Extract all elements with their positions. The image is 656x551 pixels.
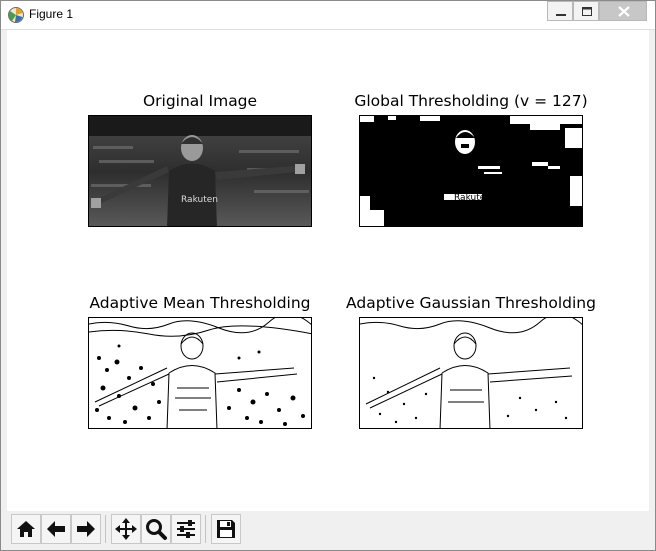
panel-title-global: Global Thresholding (v = 127) <box>354 92 588 110</box>
minimize-button[interactable] <box>547 1 573 21</box>
close-button[interactable] <box>599 1 647 21</box>
title-bar[interactable]: Figure 1 <box>1 1 655 30</box>
back-button[interactable] <box>41 514 71 544</box>
zoom-button[interactable] <box>141 514 171 544</box>
home-icon <box>17 521 35 537</box>
figure-canvas[interactable]: Original Image Rakuten Global Thresholdi… <box>7 30 649 511</box>
forward-button[interactable] <box>71 514 101 544</box>
navigation-toolbar <box>7 511 649 549</box>
close-icon <box>618 6 630 17</box>
minimize-icon <box>556 14 566 16</box>
jersey-text-original: Rakuten <box>181 195 218 205</box>
maximize-button[interactable] <box>573 1 599 21</box>
zoom-icon <box>146 519 167 540</box>
jersey-text-global: Rakuten <box>454 193 491 203</box>
maximize-icon <box>582 7 592 16</box>
forward-arrow-icon <box>77 521 95 537</box>
save-icon <box>217 520 235 538</box>
subplots-configure-icon <box>177 520 195 538</box>
pan-icon <box>115 518 137 540</box>
toolbar-separator <box>105 515 106 543</box>
panel-original-image: Rakuten <box>88 115 312 227</box>
app-icon <box>7 6 25 24</box>
pan-button[interactable] <box>111 514 141 544</box>
panel-adaptive-mean <box>88 317 312 429</box>
window-title: Figure 1 <box>29 7 74 21</box>
panel-adaptive-gaussian <box>359 317 583 429</box>
panel-global-threshold: Rakuten <box>359 115 583 227</box>
panel-title-original: Original Image <box>142 92 258 110</box>
toolbar-separator <box>205 515 206 543</box>
figure-window: Figure 1 Original Image Rakuten Global T… <box>0 0 656 551</box>
home-button[interactable] <box>11 514 41 544</box>
panel-title-adaptive-gaussian: Adaptive Gaussian Thresholding <box>346 294 596 312</box>
panel-title-adaptive-mean: Adaptive Mean Thresholding <box>89 294 311 312</box>
back-arrow-icon <box>47 521 65 537</box>
save-button[interactable] <box>211 514 241 544</box>
configure-subplots-button[interactable] <box>171 514 201 544</box>
